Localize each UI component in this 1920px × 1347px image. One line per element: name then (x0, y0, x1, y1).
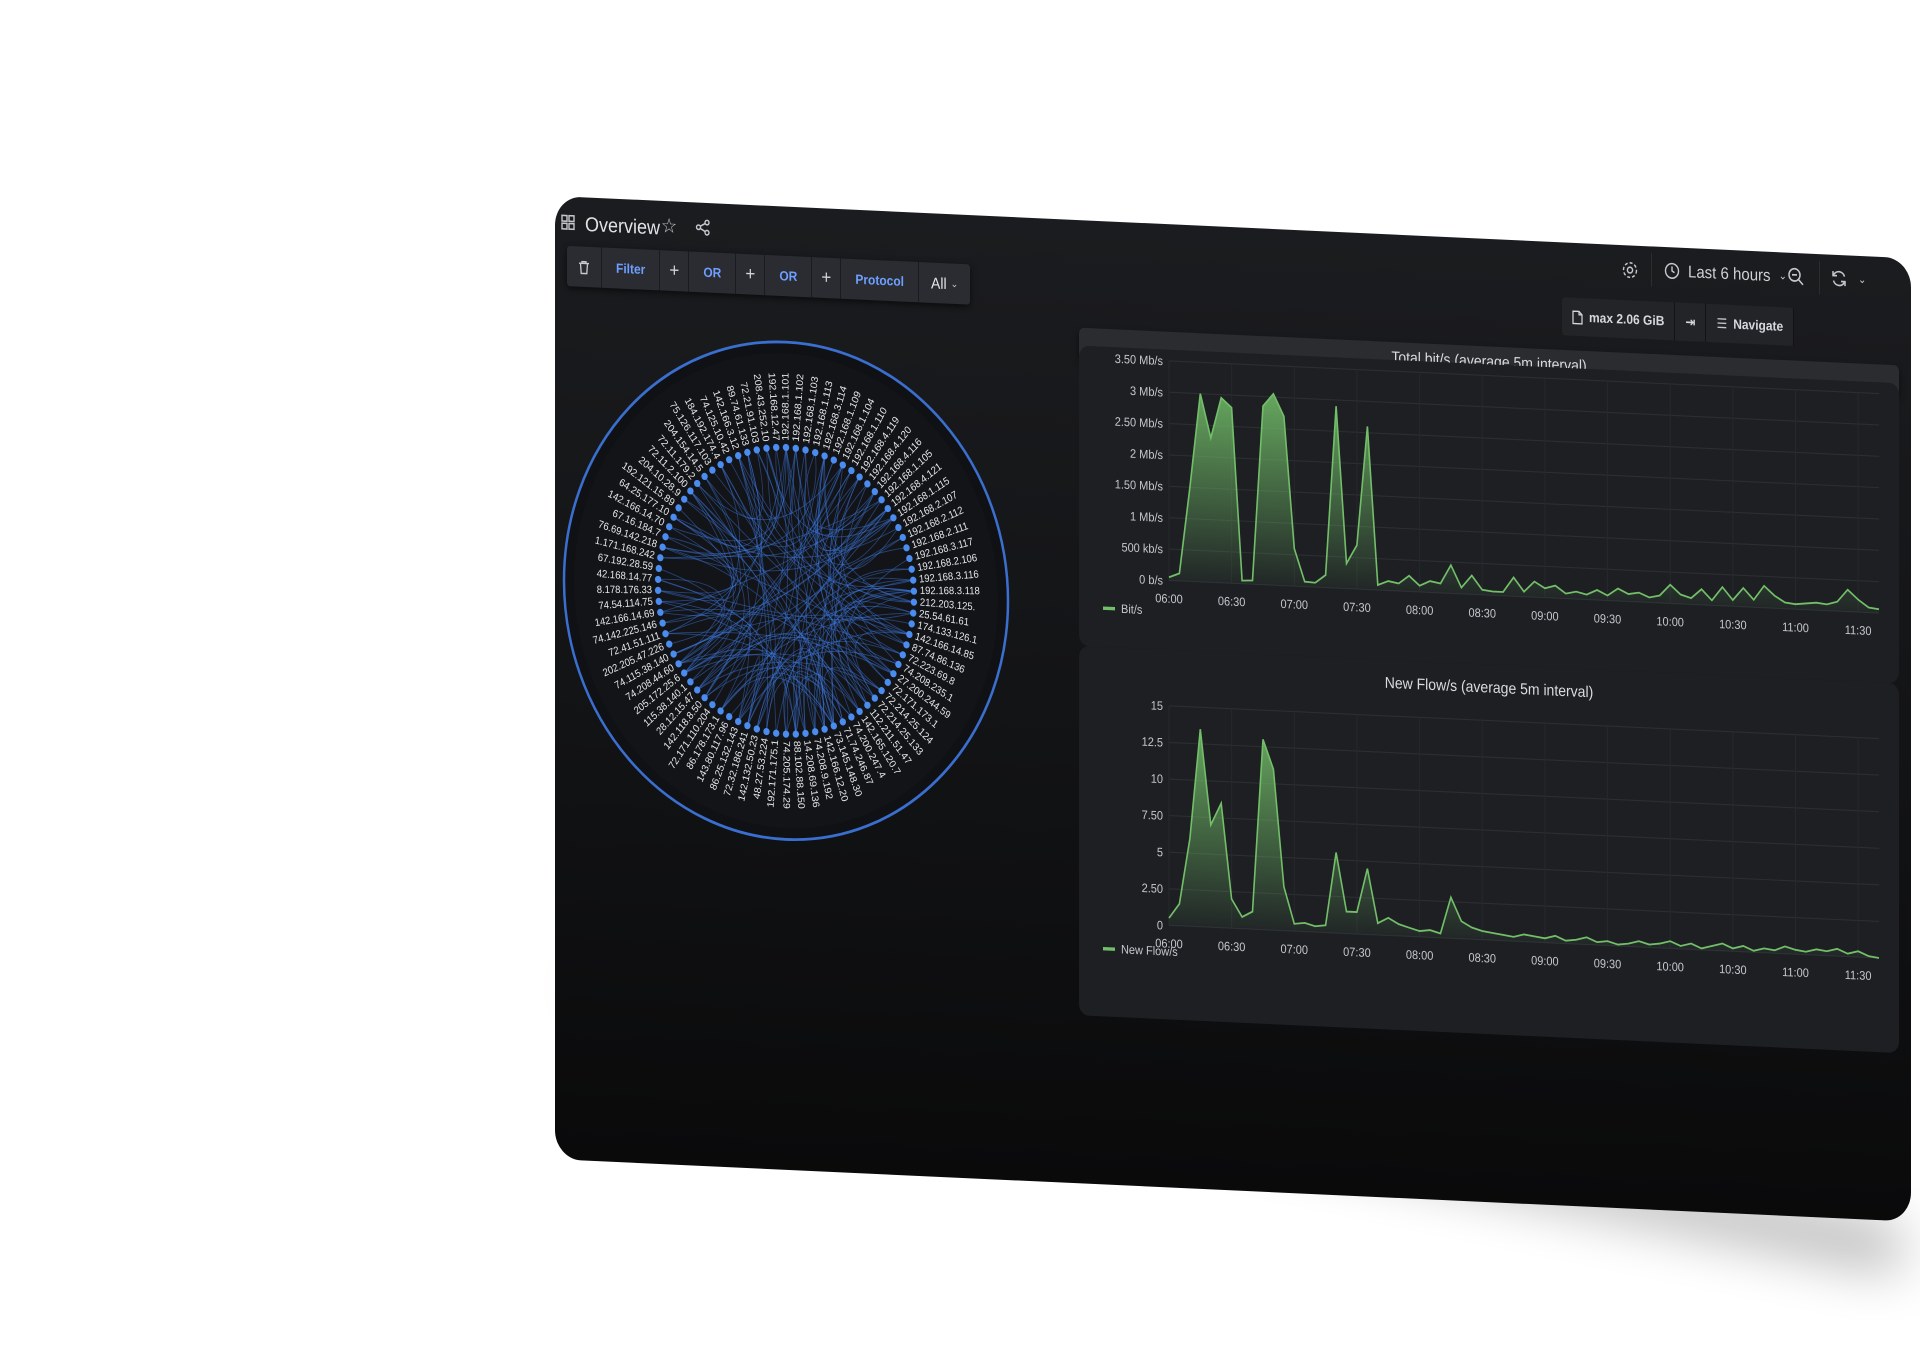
x-tick-label: 07:30 (1343, 945, 1371, 960)
refresh-icon[interactable] (1830, 268, 1848, 289)
share-icon[interactable] (695, 218, 711, 237)
chord-node-label: 74.205.174.29 (781, 741, 791, 810)
x-tick-label: 11:00 (1782, 965, 1809, 980)
chord-diagram: 192.168.1.101 192.168.1.102 192.168.1.103 1… (561, 328, 1011, 853)
x-tick-label: 06:30 (1218, 939, 1246, 954)
x-tick-label: 10:30 (1719, 618, 1747, 633)
settings-gear-icon[interactable] (1621, 260, 1639, 281)
x-tick-label: 11:00 (1782, 620, 1809, 635)
time-range-picker[interactable]: Last 6 hours ⌄ (1651, 253, 1799, 294)
y-tick-label: 2.50 (1142, 881, 1164, 896)
x-tick-label: 08:30 (1468, 606, 1496, 621)
y-tick-label: 1.50 Mb/s (1115, 478, 1163, 494)
y-tick-label: 1 Mb/s (1130, 510, 1163, 525)
y-tick-label: 500 kb/s (1121, 541, 1163, 557)
dashboard-window: Overview ☆ Last 6 hours ⌄ ⌄ Filter + OR … (555, 196, 1911, 1222)
legend-label[interactable]: New Flow/s (1121, 943, 1178, 959)
y-tick-label: 7.50 (1142, 808, 1164, 823)
add-filter-button[interactable]: + (660, 250, 690, 292)
grid-line (1169, 741, 1879, 776)
add-filter-button[interactable]: + (812, 257, 842, 299)
add-filter-button[interactable]: + (736, 253, 766, 296)
bitrate-panel: 3.50 Mb/s 3 Mb/s 2.50 Mb/s 2 Mb/s 1.50 Mb/s 1… (1079, 345, 1899, 684)
y-tick-label: 15 (1151, 699, 1163, 713)
x-tick-label: 09:30 (1594, 612, 1622, 627)
navigate-label: Navigate (1733, 316, 1784, 335)
series-area (1169, 393, 1879, 614)
navigate-button[interactable]: ☰ Navigate (1706, 303, 1795, 346)
x-tick-label: 10:00 (1656, 960, 1684, 975)
filter-chip-protocol[interactable]: Protocol (841, 258, 920, 303)
zoom-out-icon[interactable] (1787, 266, 1805, 287)
protocol-select-value: All (931, 273, 947, 293)
y-tick-label: 2 Mb/s (1130, 447, 1163, 462)
chord-node-label: 8.178.176.33 (597, 585, 653, 597)
grid-line (1169, 705, 1879, 740)
y-tick-label: 0 (1157, 919, 1164, 933)
chord-node-label: 192.168.1.101 (781, 372, 791, 441)
chevron-down-icon: ⌄ (1778, 269, 1787, 283)
x-tick-label: 07:00 (1281, 942, 1309, 957)
chord-diagram-svg: 192.168.1.101 192.168.1.102192.168.1.1031… (562, 340, 1010, 842)
legend-swatch (1103, 606, 1115, 611)
x-tick-label: 06:00 (1155, 592, 1183, 607)
trash-icon[interactable] (567, 245, 602, 288)
dashboards-grid-icon[interactable] (561, 214, 575, 231)
bitrate-chart: 3.50 Mb/s 3 Mb/s 2.50 Mb/s 2 Mb/s 1.50 Mb/s 1… (1103, 352, 1880, 638)
clock-icon (1664, 262, 1680, 281)
filter-chip-filter[interactable]: Filter (602, 247, 661, 291)
time-range-label: Last 6 hours (1688, 262, 1771, 285)
collapse-icon[interactable]: ⇥ (1675, 302, 1707, 342)
protocol-select[interactable]: All ⌄ (919, 262, 970, 305)
y-tick-label: 12.5 (1142, 735, 1163, 750)
x-tick-label: 10:30 (1719, 963, 1747, 978)
y-tick-label: 3.50 Mb/s (1115, 352, 1163, 368)
x-tick-label: 07:00 (1281, 597, 1309, 612)
legend-label[interactable]: Bit/s (1121, 602, 1143, 617)
x-tick-label: 08:00 (1406, 948, 1434, 963)
max-size-label: max 2.06 GiB (1589, 309, 1665, 329)
x-tick-label: 09:30 (1594, 957, 1622, 972)
x-tick-label: 09:00 (1531, 609, 1559, 624)
menu-icon: ☰ (1716, 315, 1728, 332)
x-tick-label: 09:00 (1531, 954, 1559, 969)
y-tick-label: 3 Mb/s (1130, 384, 1163, 399)
y-tick-label: 5 (1157, 846, 1163, 860)
refresh-picker[interactable]: ⌄ (1819, 260, 1872, 297)
x-tick-label: 06:30 (1218, 595, 1246, 610)
flows-panel: New Flow/s (average 5m interval) 15 12.5 1… (1079, 645, 1899, 1054)
file-icon (1572, 309, 1583, 325)
max-size-button[interactable]: max 2.06 GiB (1562, 297, 1676, 341)
chevron-down-icon: ⌄ (950, 277, 959, 290)
flows-chart: 1512.5107.5052.50006:00 06:30 07:00 07:30 08… (1103, 699, 1880, 983)
x-tick-label: 07:30 (1343, 600, 1371, 615)
legend-swatch (1103, 946, 1115, 951)
dashboard-title[interactable]: Overview (585, 213, 660, 240)
chevron-down-icon[interactable]: ⌄ (1858, 273, 1866, 286)
y-tick-label: 10 (1151, 772, 1164, 786)
x-tick-label: 11:30 (1845, 623, 1872, 638)
filter-chip-or[interactable]: OR (689, 251, 737, 294)
filter-chip-or[interactable]: OR (765, 254, 813, 298)
x-tick-label: 08:00 (1406, 603, 1434, 618)
x-tick-label: 08:30 (1468, 951, 1496, 966)
x-tick-label: 11:30 (1845, 968, 1872, 983)
x-tick-label: 10:00 (1656, 615, 1684, 630)
y-tick-label: 2.50 Mb/s (1115, 415, 1163, 431)
y-tick-label: 0 b/s (1139, 573, 1163, 588)
star-icon[interactable]: ☆ (661, 214, 677, 238)
chord-node-label: 192.168.3.118 (920, 586, 981, 598)
